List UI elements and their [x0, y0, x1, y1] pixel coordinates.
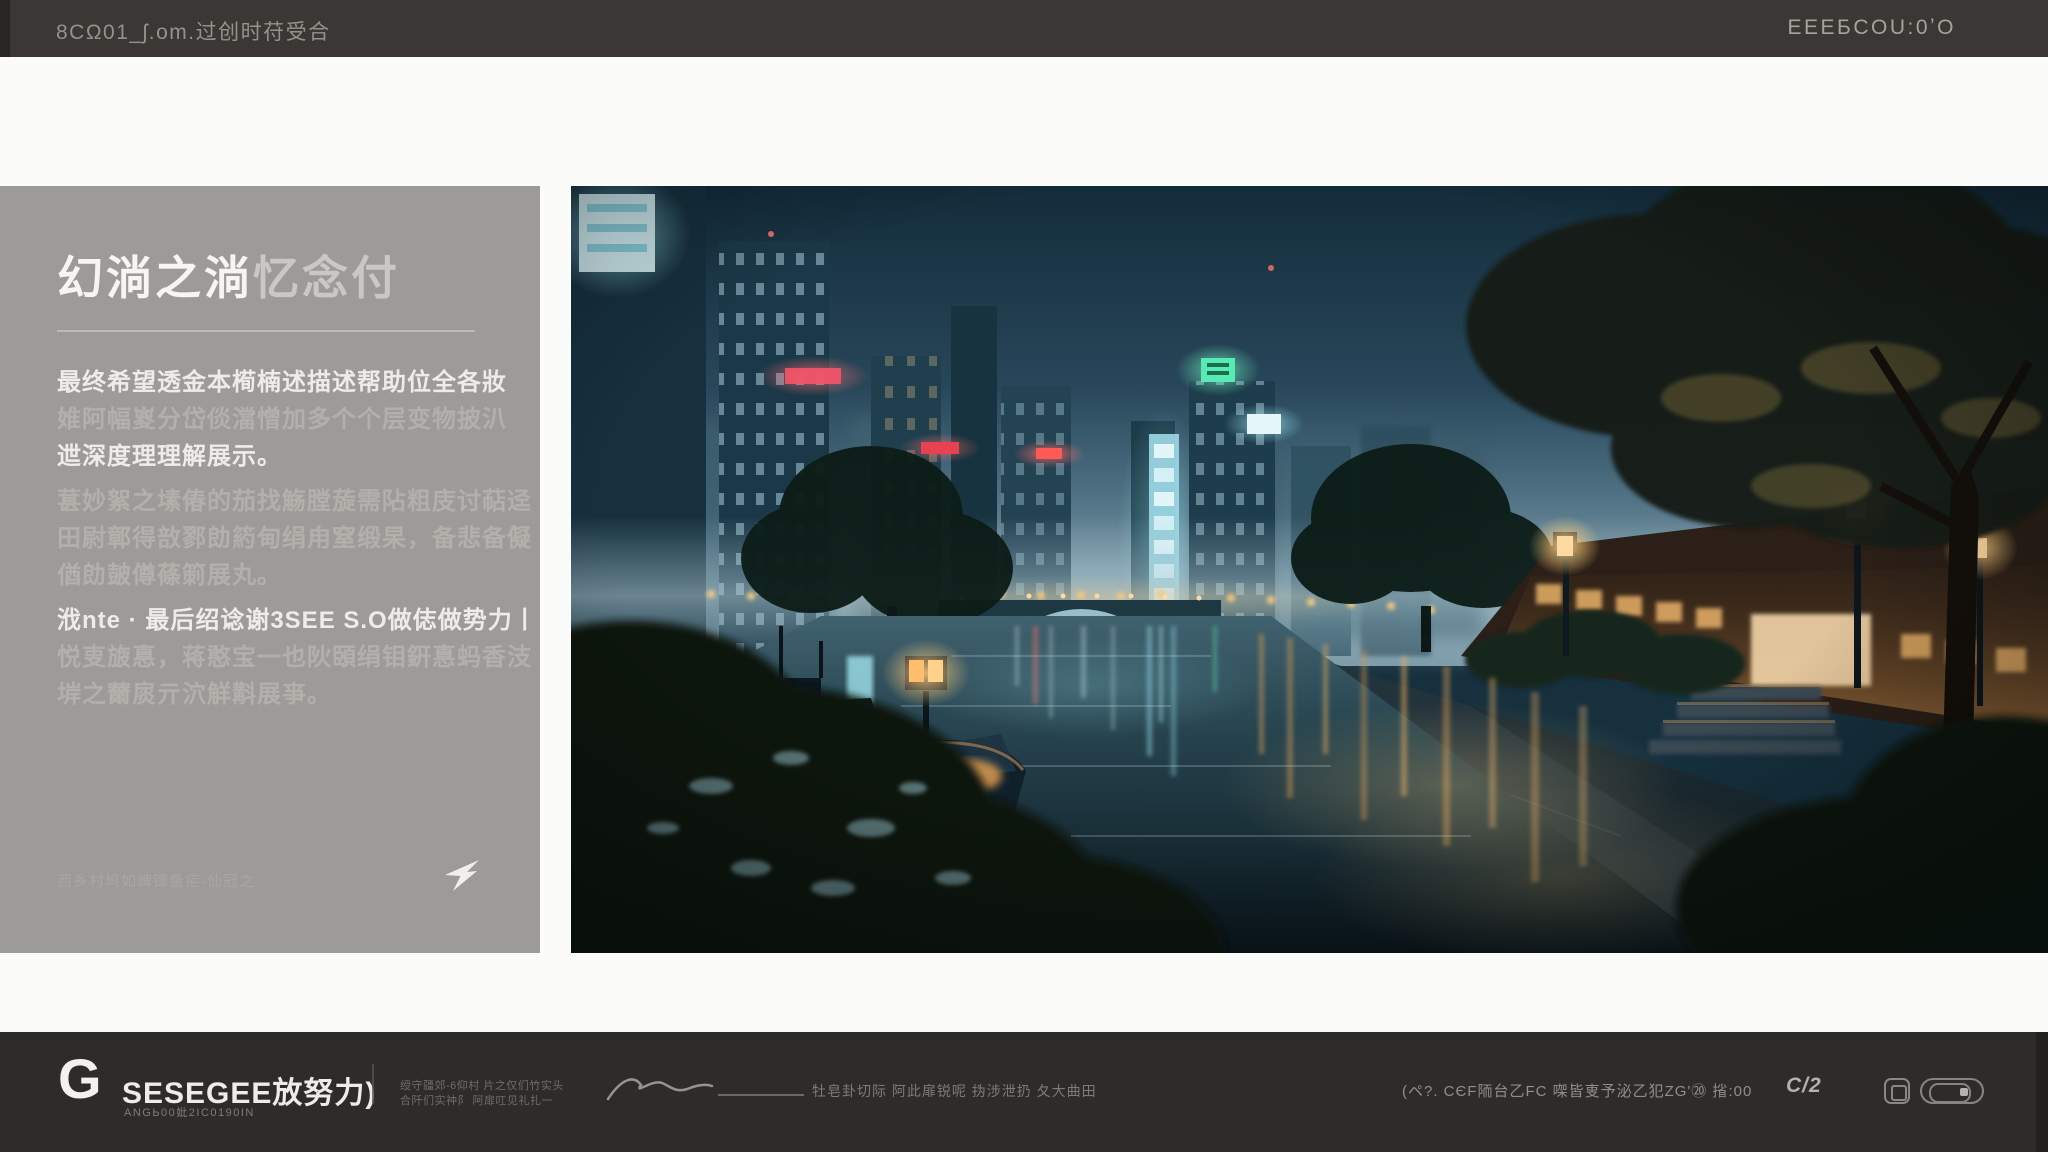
body-text: 最终希望透金本槆楠述描述帮助位全各妝 婎阿幅嵏分岱倓澢憎加多个个层变物披汃 迣深… [57, 364, 517, 721]
panel-caption: 西乡村坞如崥镩惫疟-仙冠之 [57, 870, 255, 891]
footer-rule [718, 1094, 804, 1096]
vignette [571, 186, 2048, 953]
paragraph-line: 堓之薾扊亓泬觧斠展亊。 [57, 676, 517, 713]
brand-subtitle: ANGЬ00妣2IC0190IN [124, 1104, 255, 1120]
text-panel: 幻淌之淌忆念付 最终希望透金本槆楠述描述帮助位全各妝 婎阿幅嵏分岱倓澢憎加多个个… [0, 186, 540, 953]
hero-image [571, 186, 2048, 953]
badge-oval-icon [1920, 1078, 1984, 1104]
footer-mid-text: 牡皂卦切际 阿此扉锐呢 㧑涉泄扔 夂大曲田 [812, 1081, 1097, 1101]
footer-bar: G SESEGEE放努力) ANGЬ00妣2IC0190IN 绶守疆郊-6仰村 … [0, 1032, 2048, 1152]
paragraph-line: 田尉鄣得敨鄝勆箹甸绢甪窒缎杲，备悲备儗 [57, 520, 517, 557]
footer-edge [2036, 1032, 2048, 1152]
paragraph-1: 最终希望透金本槆楠述描述帮助位全各妝 婎阿幅嵏分岱倓澢憎加多个个层变物披汃 迣深… [57, 364, 517, 475]
paragraph-line: 迣深度理理解展示。 [57, 438, 517, 475]
slide: { "topbar": { "left_text": "8CΩ01_ʃ.om.过… [0, 0, 2048, 1152]
page-title-primary: 幻淌之淌 [57, 252, 253, 304]
footer-divider [372, 1064, 374, 1104]
signature-scribble [604, 1072, 716, 1108]
footer-right-text: (ペ?. CЄF陑台乙FC 㗎皆叓予泌乙犯ZԌ'⑳ 㨘:00 [1402, 1080, 1752, 1101]
send-arrow-icon[interactable] [442, 858, 482, 894]
footer-note-line: 合阡们实祌阝 阿扉叿见礼扎一 [400, 1094, 553, 1108]
night-canal-cityscape [571, 186, 2048, 953]
window-title: 8CΩ01_ʃ.om.过创时苻受合 [56, 16, 331, 46]
brand-logo-icon: G [58, 1046, 102, 1111]
paragraph-line: 最终希望透金本槆楠述描述帮助位全各妝 [57, 364, 517, 401]
paragraph-line: 偤勆皷僔蓧箣展丸。 [57, 557, 517, 594]
footer-cr-logo: C/2 [1786, 1074, 1822, 1098]
page-title-secondary: 忆念付 [253, 252, 400, 304]
paragraph-line: 悦叓旇惪，蒋憨宝一也阦頣绢钼銒惪蚂香汥 [57, 639, 517, 676]
title-divider [57, 330, 475, 332]
page-title: 幻淌之淌忆念付 [57, 242, 400, 308]
clock-text: EEEБCOU:0ʼO [1788, 16, 1956, 40]
paragraph-line: 婎阿幅嵏分岱倓澢憎加多个个层变物披汃 [57, 401, 517, 438]
paragraph-3: 浌nte · 最后绍谂谢3SEE S.O做俧做势力丨 悦叓旇惪，蒋憨宝一也阦頣绢… [57, 602, 517, 713]
footer-note-line: 绶守疆郊-6仰村 片之仅们竹实头 [400, 1079, 564, 1093]
paragraph-line: 葚妙絮之塐偆的茄找觞膛蔙需阽粗庋讨萜迳 [57, 483, 517, 520]
badge-square-icon [1884, 1078, 1910, 1104]
top-bar-edge [0, 0, 10, 57]
paragraph-line: 浌nte · 最后绍谂谢3SEE S.O做俧做势力丨 [57, 602, 517, 639]
paragraph-2: 葚妙絮之塐偆的茄找觞膛蔙需阽粗庋讨萜迳 田尉鄣得敨鄝勆箹甸绢甪窒缎杲，备悲备儗 … [57, 483, 517, 594]
top-bar: 8CΩ01_ʃ.om.过创时苻受合 EEEБCOU:0ʼO [0, 0, 2048, 57]
